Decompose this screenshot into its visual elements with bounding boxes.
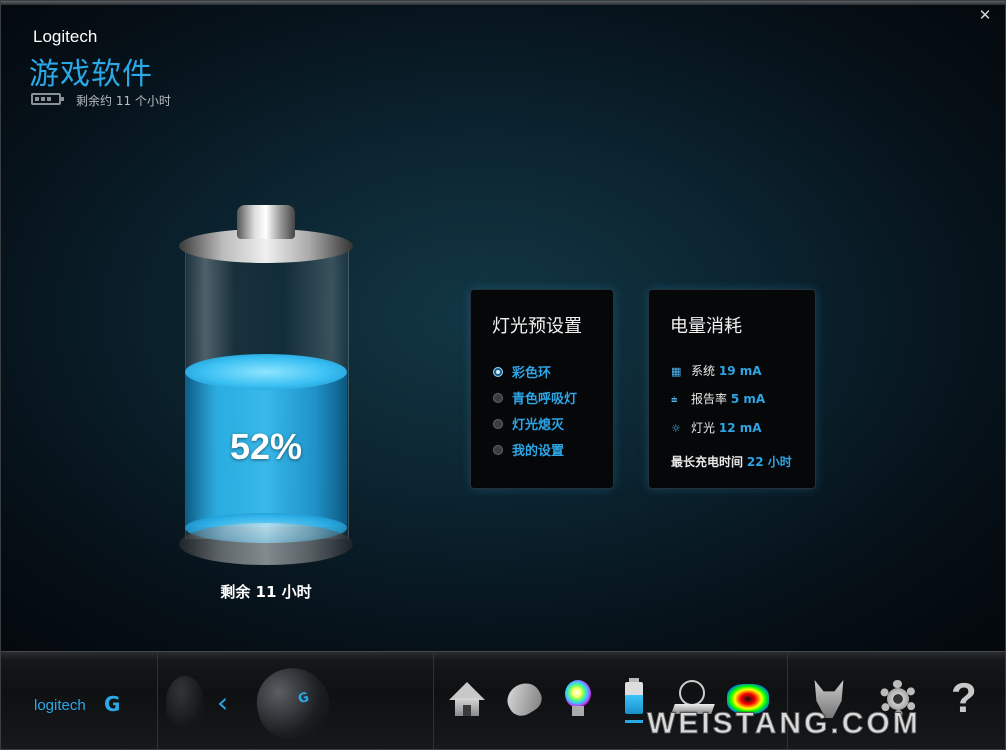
app-window: ✕ Logitech 游戏软件 剩余约 11 个小时 52% 剩余 11 小时 …: [0, 0, 1006, 750]
power-consumption-panel: 电量消耗 ▦ 系统 19 mA ⩧ 报告率 5 mA ☼ 灯光 12 mA 最长充电时…: [648, 289, 816, 489]
battery-bottom-cap: [179, 523, 353, 565]
lighting-icon[interactable]: [557, 678, 601, 722]
power-label: 系统: [691, 364, 716, 378]
power-consumption-title: 电量消耗: [670, 316, 742, 337]
option-label: 青色呼吸灯: [512, 392, 578, 407]
close-button[interactable]: ✕: [977, 7, 993, 23]
current-device-mouse[interactable]: G: [249, 659, 337, 747]
lighting-presets-panel: 灯光预设置 彩色环 青色呼吸灯 灯光熄灭 我的设置: [470, 289, 614, 489]
watermark: WEISTANG.COM: [647, 707, 921, 741]
divider: [157, 652, 158, 749]
app-title: 游戏软件: [29, 57, 153, 92]
logitech-logo: logitech: [34, 697, 86, 714]
home-icon[interactable]: [447, 678, 491, 722]
max-charge-value: 22 小时: [746, 455, 792, 469]
lighting-presets-title: 灯光预设置: [492, 316, 582, 337]
logitech-g-logo: G: [104, 692, 121, 716]
power-row-report-rate: ⩧ 报告率 5 mA: [671, 390, 765, 407]
radio-icon: [493, 444, 503, 455]
divider: [433, 652, 434, 749]
battery-icon: [31, 93, 64, 105]
option-label: 彩色环: [512, 366, 552, 381]
lighting-option-cyan-breathing[interactable]: 青色呼吸灯: [493, 388, 577, 407]
power-row-system: ▦ 系统 19 mA: [671, 362, 762, 379]
power-label: 灯光: [691, 421, 716, 435]
light-icon: ☼: [671, 422, 681, 435]
max-charge-label: 最长充电时间: [671, 455, 744, 469]
lighting-option-off[interactable]: 灯光熄灭: [493, 414, 564, 433]
battery-remaining-summary: 剩余约 11 个小时: [76, 94, 171, 108]
previous-device-button[interactable]: ‹: [217, 686, 228, 719]
battery-gauge: 52%: [179, 201, 353, 571]
selected-indicator: [625, 720, 643, 723]
option-label: 灯光熄灭: [512, 418, 565, 433]
power-value: 5 mA: [730, 392, 766, 406]
option-label: 我的设置: [512, 444, 565, 459]
report-rate-icon: ⩧: [671, 393, 678, 406]
lighting-option-custom[interactable]: 我的设置: [493, 440, 564, 459]
max-charge-time: 最长充电时间 22 小时: [671, 453, 792, 470]
brand-name: Logitech: [33, 27, 98, 46]
power-row-lighting: ☼ 灯光 12 mA: [671, 419, 762, 436]
radio-icon: [493, 392, 503, 403]
lighting-option-color-cycle[interactable]: 彩色环: [493, 362, 551, 381]
power-label: 报告率: [691, 392, 728, 406]
battery-fill-surface: [185, 354, 347, 390]
radio-icon: [493, 418, 503, 429]
power-value: 19 mA: [718, 364, 762, 378]
power-value: 12 mA: [718, 421, 762, 435]
mouse-g-logo: G: [296, 689, 311, 708]
battery-terminal: [237, 205, 295, 239]
battery-remaining: 剩余 11 小时: [220, 583, 312, 601]
previous-device-thumbnail[interactable]: [166, 676, 204, 728]
chip-icon: ▦: [671, 365, 682, 378]
radio-icon: [493, 366, 503, 377]
mouse-customize-icon[interactable]: [501, 677, 547, 722]
title-bar: [1, 1, 1005, 5]
help-icon[interactable]: ?: [947, 674, 991, 722]
battery-percent: 52%: [229, 426, 303, 467]
